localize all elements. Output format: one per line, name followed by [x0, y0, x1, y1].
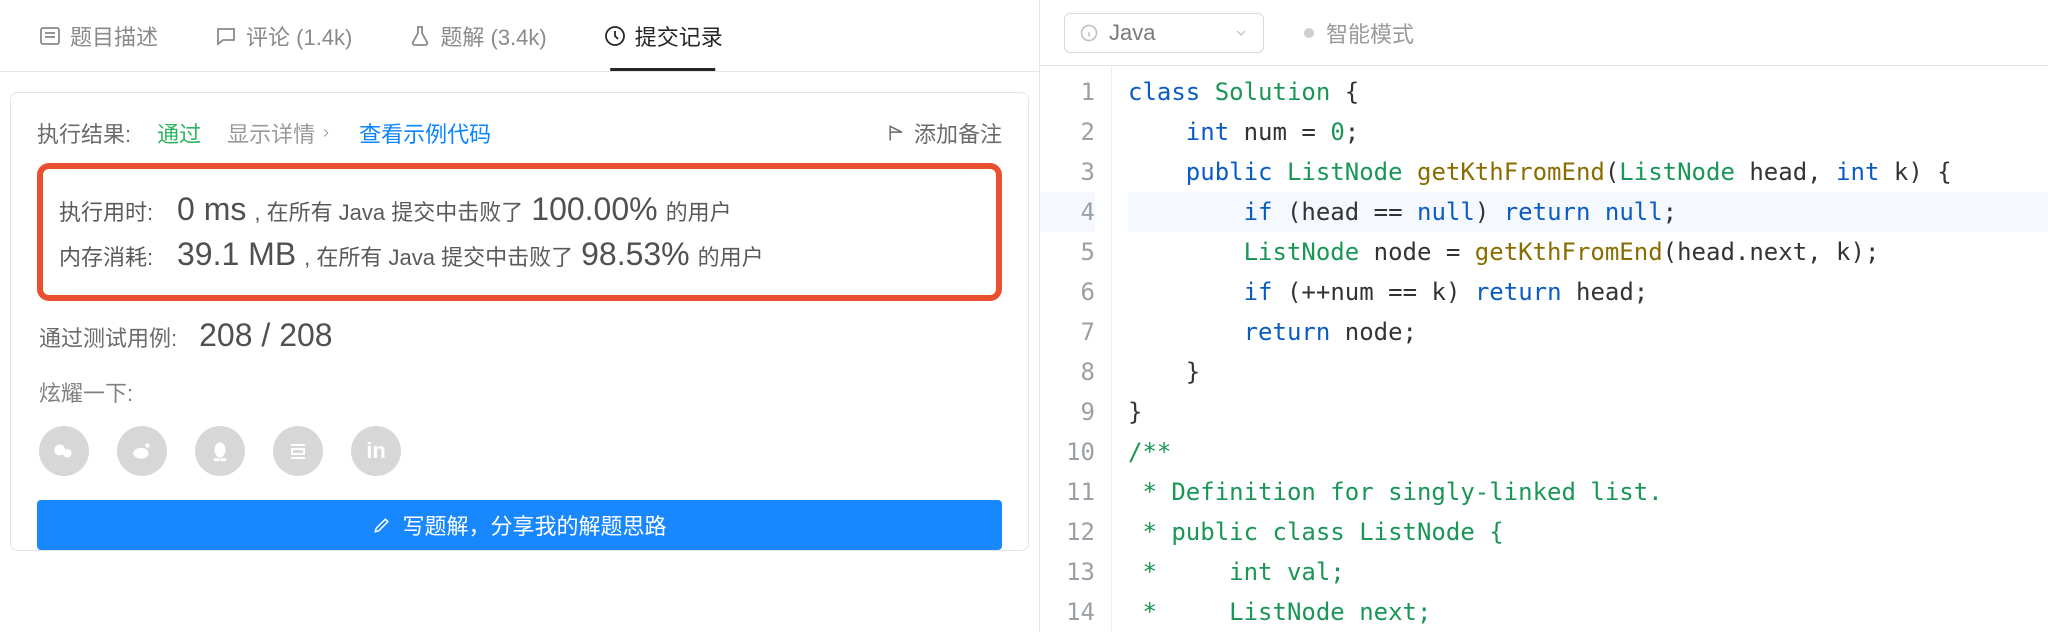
tab-comments[interactable]: 评论 (1.4k): [186, 0, 380, 71]
result-status: 通过: [157, 117, 201, 149]
runtime-percent: 100.00%: [531, 191, 657, 228]
linkedin-icon[interactable]: in: [351, 426, 401, 476]
code-area[interactable]: class Solution { int num = 0; public Lis…: [1112, 66, 2048, 632]
testcases-value: 208 / 208: [199, 317, 332, 354]
editor-toolbar: Java 智能模式: [1040, 0, 2048, 66]
memory-percent: 98.53%: [581, 236, 690, 273]
runtime-value: 0 ms: [177, 191, 246, 228]
chevron-down-icon: [1233, 25, 1249, 41]
example-code-link[interactable]: 查看示例代码: [359, 117, 491, 149]
tab-solutions[interactable]: 题解 (3.4k): [380, 0, 574, 71]
result-card: 执行结果: 通过 显示详情 查看示例代码 添加备注 执行用时: 0 ms , 在…: [10, 92, 1029, 551]
testcases-line: 通过测试用例: 208 / 208: [39, 317, 1002, 354]
info-icon: [1079, 23, 1099, 43]
qq-icon[interactable]: [195, 426, 245, 476]
wechat-icon[interactable]: [39, 426, 89, 476]
code-editor[interactable]: 1234567891011121314 class Solution { int…: [1040, 66, 2048, 632]
tabs-bar: 题目描述 评论 (1.4k) 题解 (3.4k) 提交记录: [0, 0, 1039, 72]
add-remark-button[interactable]: 添加备注: [886, 117, 1002, 149]
stats-highlight-box: 执行用时: 0 ms , 在所有 Java 提交中击败了 100.00% 的用户…: [37, 163, 1002, 301]
show-detail-link[interactable]: 显示详情: [227, 117, 333, 149]
tab-solutions-label: 题解 (3.4k): [440, 20, 546, 52]
flag-icon: [886, 123, 906, 143]
chevron-right-icon: [319, 126, 333, 140]
memory-value: 39.1 MB: [177, 236, 296, 273]
language-label: Java: [1109, 20, 1155, 46]
tab-description[interactable]: 题目描述: [10, 0, 186, 71]
mode-indicator-dot: [1304, 28, 1314, 38]
smart-mode-toggle[interactable]: 智能模式: [1304, 17, 1414, 49]
douban-icon[interactable]: [273, 426, 323, 476]
memory-line: 内存消耗: 39.1 MB , 在所有 Java 提交中击败了 98.53% 的…: [59, 236, 980, 273]
tab-description-label: 题目描述: [70, 20, 158, 52]
pencil-icon: [372, 515, 392, 535]
clock-icon: [603, 24, 627, 48]
tab-submissions[interactable]: 提交记录: [575, 0, 751, 71]
line-gutter: 1234567891011121314: [1040, 66, 1112, 632]
comments-icon: [214, 24, 238, 48]
flask-icon: [408, 24, 432, 48]
tab-submissions-label: 提交记录: [635, 20, 723, 52]
language-select[interactable]: Java: [1064, 13, 1264, 53]
runtime-line: 执行用时: 0 ms , 在所有 Java 提交中击败了 100.00% 的用户: [59, 191, 980, 228]
share-label: 炫耀一下:: [39, 376, 1002, 408]
write-solution-button[interactable]: 写题解，分享我的解题思路: [37, 500, 1002, 550]
description-icon: [38, 24, 62, 48]
share-icons: in: [39, 426, 1002, 476]
result-label: 执行结果:: [37, 117, 131, 149]
tab-comments-label: 评论 (1.4k): [246, 20, 352, 52]
weibo-icon[interactable]: [117, 426, 167, 476]
